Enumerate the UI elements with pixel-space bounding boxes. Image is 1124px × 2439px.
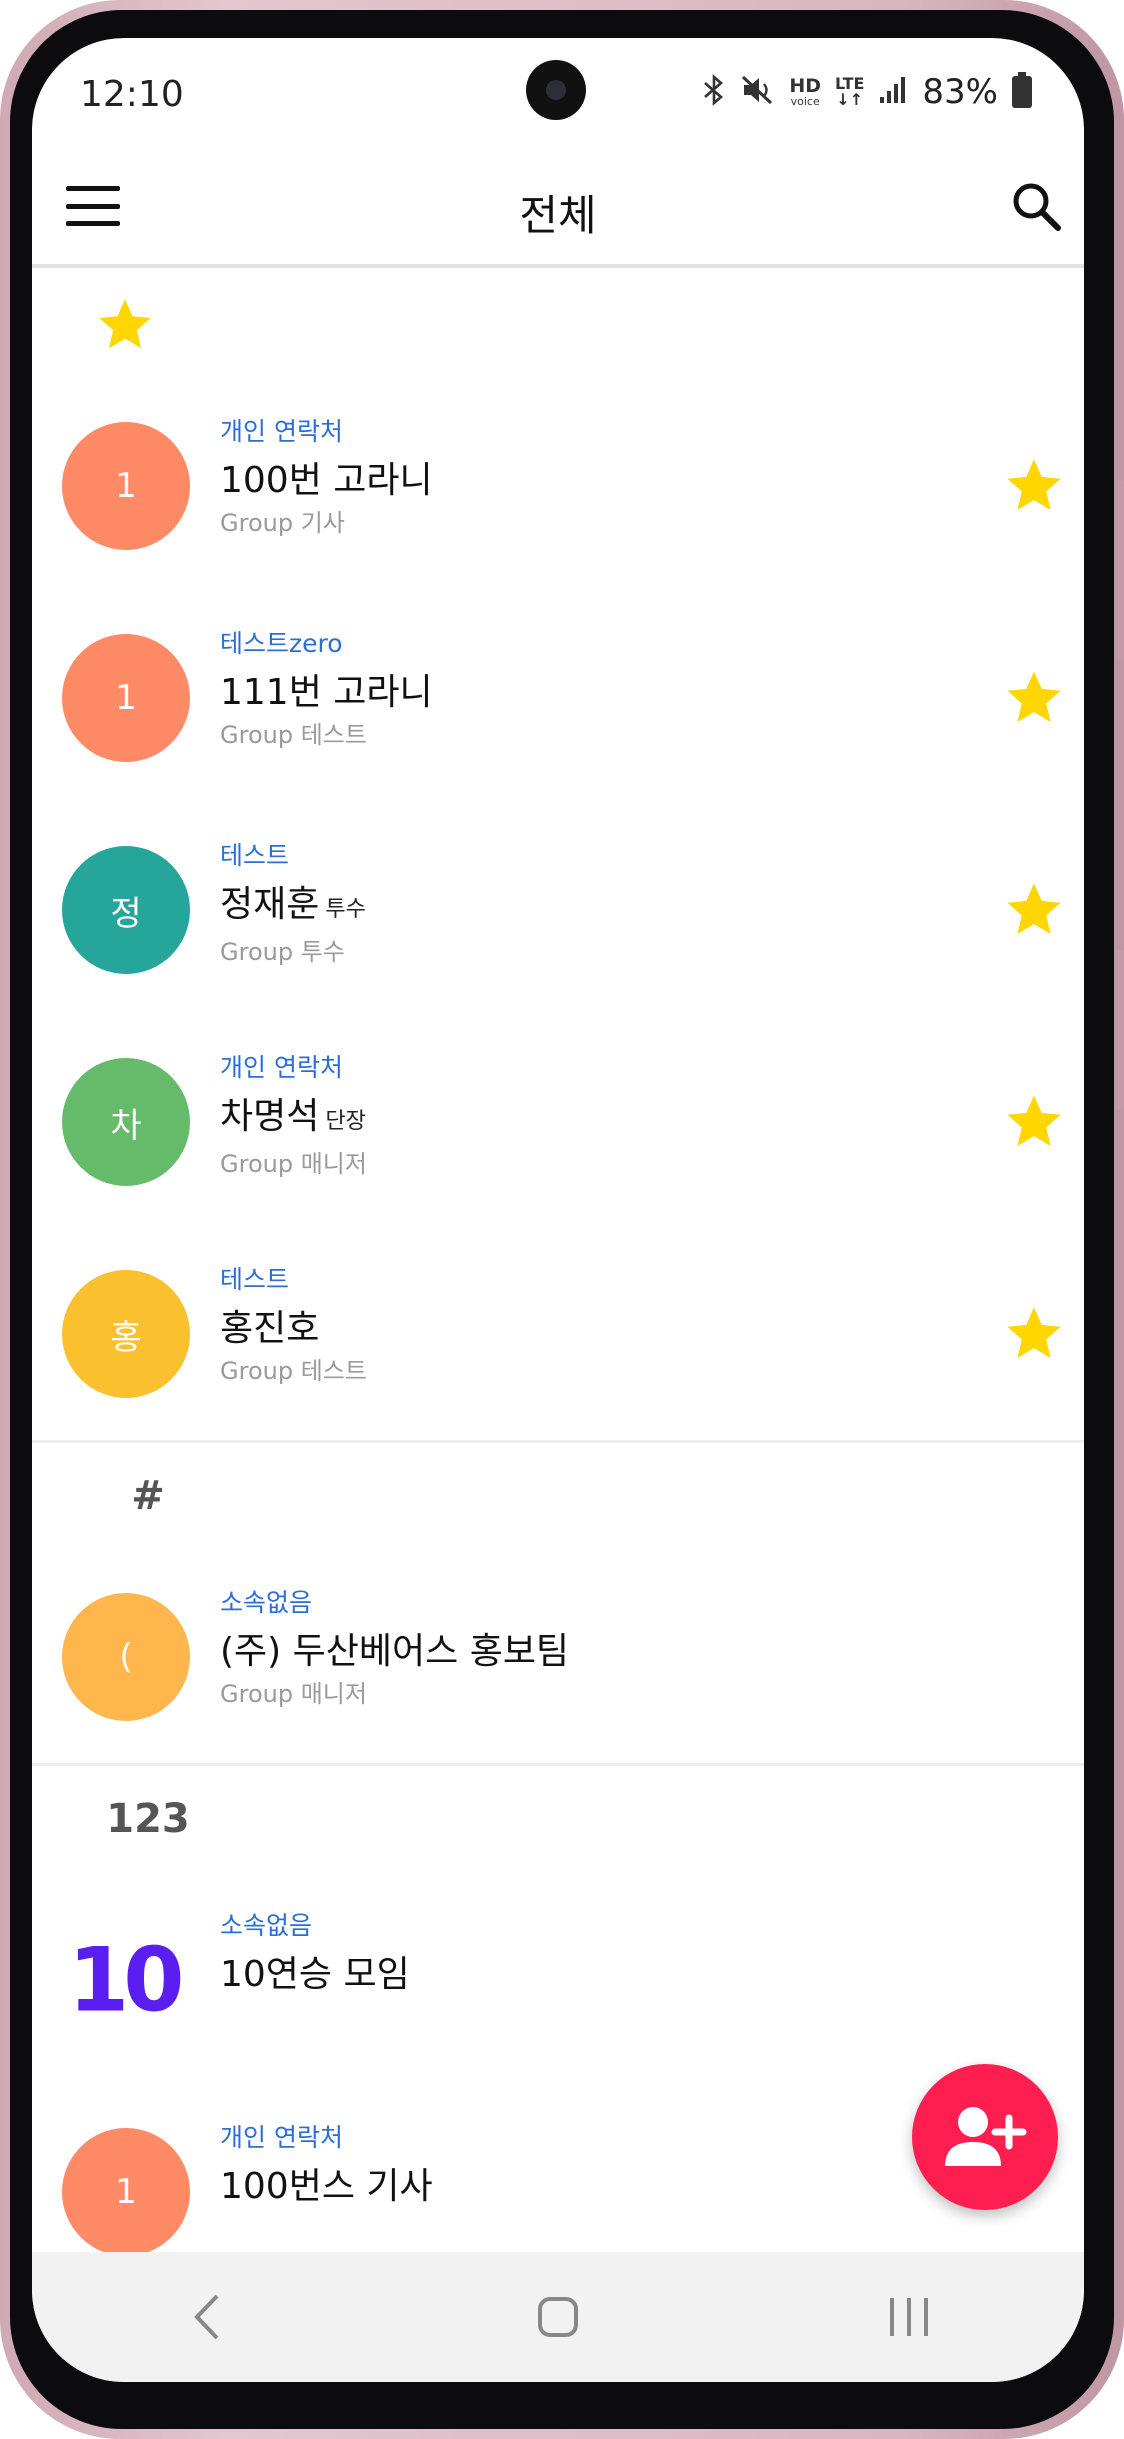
contact-title: 단장 (325, 1109, 366, 1134)
contact-name: (주) 두산베어스 홍보팀 (220, 1625, 569, 1679)
group-label: 개인 연락처 (220, 417, 343, 446)
status-time: 12:10 (80, 74, 184, 115)
favorite-star-icon[interactable] (1002, 1302, 1066, 1366)
bluetooth-icon (701, 73, 727, 111)
page-title: 전체 (519, 191, 597, 240)
add-contact-icon (945, 2107, 1027, 2166)
contact-list[interactable]: 1 개인 연락처 100번 고라니 Group 기사 1 테스트zero 111… (32, 272, 1084, 2252)
front-camera (526, 60, 586, 120)
contact-name: 100번스 기사 (220, 2160, 433, 2214)
favorite-star-icon[interactable] (1002, 666, 1066, 730)
contact-subtitle: Group 투수 (220, 938, 345, 966)
navigation-bar (32, 2252, 1084, 2382)
contact-name: 10연승 모임 (220, 1948, 410, 2002)
group-label: 소속없음 (220, 1911, 313, 1940)
contact-text: 개인 연락처 100번 고라니 Group 기사 (220, 416, 433, 538)
status-bar: 12:10 HD voice LTE ↓↑ 83% (32, 38, 1084, 148)
contact-subtitle: Group 기사 (220, 509, 345, 537)
contact-name-text: 100번 고라니 (220, 460, 433, 501)
lte-arrows-icon: ↓↑ (836, 90, 864, 109)
volume-button (1116, 480, 1124, 660)
star-icon (99, 299, 151, 349)
section-header-numeric: 123 (32, 1766, 1084, 1874)
avatar: ( (62, 1593, 190, 1721)
contact-name-text: 111번 고라니 (220, 672, 433, 713)
contact-subtitle: Group 테스트 (220, 1357, 367, 1385)
add-contact-button[interactable] (912, 2064, 1058, 2210)
avatar: 정 (62, 846, 190, 974)
recents-icon[interactable] (869, 2277, 949, 2357)
contact-name-text: 홍진호 (220, 1308, 320, 1349)
app-bar: 전체 (32, 148, 1084, 268)
contact-item[interactable]: 홍 테스트 홍진호 Group 테스트 (32, 1228, 1084, 1440)
contact-title: 투수 (325, 897, 366, 922)
signal-icon (878, 75, 908, 110)
mute-icon (741, 74, 775, 111)
group-label: 개인 연락처 (220, 2123, 343, 2152)
avatar: 차 (62, 1058, 190, 1186)
search-icon[interactable] (1008, 178, 1064, 234)
contact-item[interactable]: 1 테스트zero 111번 고라니 Group 테스트 (32, 592, 1084, 804)
contact-item[interactable]: 차 개인 연락처 차명석 단장 Group 매니저 (32, 1016, 1084, 1228)
avatar: 홍 (62, 1270, 190, 1398)
contact-name: 차명석 단장 (220, 1090, 367, 1149)
screen: 12:10 HD voice LTE ↓↑ 83% 전체 1 개인 연락처 10… (32, 38, 1084, 2382)
contact-item[interactable]: 10 소속없음 10연승 모임 (32, 1874, 1084, 2086)
section-header-hash: # (32, 1443, 1084, 1551)
section-header-text: 123 (106, 1796, 190, 1842)
favorite-star-icon[interactable] (1002, 454, 1066, 518)
contact-name: 100번 고라니 (220, 454, 433, 508)
lte-icon: LTE ↓↑ (835, 76, 864, 108)
contact-name: 홍진호 (220, 1302, 367, 1356)
group-label: 소속없음 (220, 1588, 313, 1617)
section-header-favorites (32, 272, 1084, 380)
contact-name-text: 10연승 모임 (220, 1954, 410, 1995)
battery-percent: 83% (922, 72, 998, 112)
contact-subtitle: Group 매니저 (220, 1150, 367, 1178)
contact-name-text: 100번스 기사 (220, 2166, 433, 2207)
power-button (1116, 950, 1124, 1110)
contact-name-text: 정재훈 (220, 884, 320, 925)
voice-label: voice (790, 95, 820, 108)
contact-name-text: (주) 두산베어스 홍보팀 (220, 1631, 570, 1672)
group-label: 개인 연락처 (220, 1053, 343, 1082)
contact-text: 테스트 정재훈 투수 Group 투수 (220, 840, 366, 967)
contact-subtitle: Group 테스트 (220, 721, 367, 749)
contact-name: 111번 고라니 (220, 666, 433, 720)
status-icons: HD voice LTE ↓↑ 83% (701, 72, 1032, 112)
favorite-star-icon[interactable] (1002, 878, 1066, 942)
section-header-text: # (131, 1473, 165, 1519)
contact-text: 테스트zero 111번 고라니 Group 테스트 (220, 628, 433, 750)
avatar: 1 (62, 422, 190, 550)
group-label: 테스트zero (220, 629, 343, 658)
group-label: 테스트 (220, 1265, 290, 1294)
contact-item[interactable]: ( 소속없음 (주) 두산베어스 홍보팀 Group 매니저 (32, 1551, 1084, 1763)
contact-item[interactable]: 1 개인 연락처 100번 고라니 Group 기사 (32, 380, 1084, 592)
avatar: 1 (62, 634, 190, 762)
hd-voice-icon: HD voice (789, 75, 822, 108)
contact-text: 개인 연락처 차명석 단장 Group 매니저 (220, 1052, 367, 1179)
contact-text: 소속없음 (주) 두산베어스 홍보팀 Group 매니저 (220, 1587, 569, 1709)
contact-item[interactable]: 정 테스트 정재훈 투수 Group 투수 (32, 804, 1084, 1016)
avatar-logo: 10 (68, 1928, 184, 2032)
contact-subtitle: Group 매니저 (220, 1680, 367, 1708)
group-label: 테스트 (220, 841, 290, 870)
contact-text: 소속없음 10연승 모임 (220, 1910, 410, 2002)
hd-label: HD (789, 75, 822, 97)
avatar: 1 (62, 2128, 190, 2252)
contact-name: 정재훈 투수 (220, 878, 366, 937)
contact-text: 개인 연락처 100번스 기사 (220, 2122, 433, 2214)
battery-icon (1012, 72, 1032, 108)
back-icon[interactable] (167, 2277, 247, 2357)
home-icon[interactable] (518, 2277, 598, 2357)
contact-text: 테스트 홍진호 Group 테스트 (220, 1264, 367, 1386)
favorite-star-icon[interactable] (1002, 1090, 1066, 1154)
contact-name-text: 차명석 (220, 1096, 320, 1137)
